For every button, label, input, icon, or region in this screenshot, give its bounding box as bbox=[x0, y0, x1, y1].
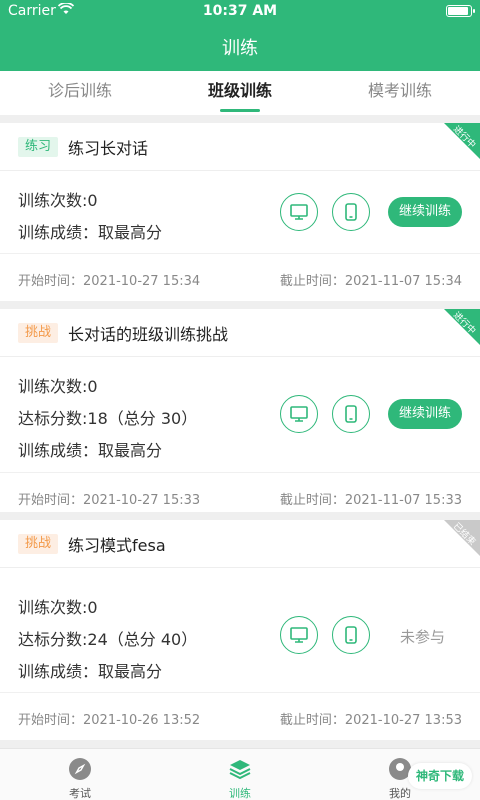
end-time: 截止时间：2021-11-07 15:33 bbox=[279, 493, 462, 508]
card-title-row: 挑战 练习模式fesa bbox=[0, 520, 480, 568]
tab-post-diagnosis[interactable]: 诊后训练 bbox=[0, 71, 160, 115]
training-count: 训练次数:0 bbox=[18, 598, 98, 617]
training-count: 训练次数:0 bbox=[18, 191, 98, 210]
continue-training-button[interactable]: 继续训练 bbox=[388, 399, 462, 429]
card-title-row: 挑战 长对话的班级训练挑战 bbox=[0, 309, 480, 357]
header: Carrier 10:37 AM 训练 bbox=[0, 0, 480, 71]
training-count: 训练次数:0 bbox=[18, 377, 98, 396]
card-footer: 开始时间：2021-10-27 15:33 截止时间：2021-11-07 15… bbox=[0, 472, 480, 512]
active-tab-indicator bbox=[220, 109, 260, 112]
battery-icon bbox=[446, 5, 475, 17]
watermark-logo: 神奇下载 bbox=[407, 763, 472, 789]
bottom-nav: 考试 训练 我的 神奇下载 bbox=[0, 748, 480, 800]
mobile-icon[interactable] bbox=[332, 193, 370, 231]
desktop-icon[interactable] bbox=[280, 395, 318, 433]
challenge-badge: 挑战 bbox=[18, 534, 59, 554]
tab-bar: 诊后训练 班级训练 模考训练 bbox=[0, 71, 480, 115]
start-time: 开始时间：2021-10-27 15:33 bbox=[18, 493, 201, 508]
end-time: 截止时间：2021-11-07 15:34 bbox=[279, 274, 462, 289]
pass-score: 达标分数:18（总分 30） bbox=[18, 409, 198, 428]
not-joined-label: 未参与 bbox=[400, 628, 446, 646]
card-title: 练习模式fesa bbox=[68, 536, 166, 555]
layers-icon bbox=[228, 757, 252, 781]
desktop-icon[interactable] bbox=[280, 193, 318, 231]
status-bar: Carrier 10:37 AM bbox=[0, 0, 480, 24]
start-time: 开始时间：2021-10-27 15:34 bbox=[18, 274, 201, 289]
end-time: 截止时间：2021-10-27 13:53 bbox=[279, 713, 462, 728]
card-footer: 开始时间：2021-10-26 13:52 截止时间：2021-10-27 13… bbox=[0, 692, 480, 740]
practice-badge: 练习 bbox=[18, 137, 59, 157]
start-time: 开始时间：2021-10-26 13:52 bbox=[18, 713, 201, 728]
mobile-icon[interactable] bbox=[332, 616, 370, 654]
card-footer: 开始时间：2021-10-27 15:34 截止时间：2021-11-07 15… bbox=[0, 253, 480, 301]
pass-score: 达标分数:24（总分 40） bbox=[18, 630, 198, 649]
training-card[interactable]: 练习 练习长对话 进行中 训练次数:0 训练成绩：取最高分 继续训练 开始时间：… bbox=[0, 123, 480, 301]
card-title-row: 练习 练习长对话 bbox=[0, 123, 480, 171]
status-time: 10:37 AM bbox=[202, 3, 278, 19]
training-score-rule: 训练成绩：取最高分 bbox=[18, 662, 163, 681]
challenge-badge: 挑战 bbox=[18, 323, 59, 343]
desktop-icon[interactable] bbox=[280, 616, 318, 654]
training-card[interactable]: 挑战 长对话的班级训练挑战 进行中 训练次数:0 达标分数:18（总分 30） … bbox=[0, 309, 480, 512]
training-card[interactable]: 挑战 练习模式fesa 已结束 训练次数:0 达标分数:24（总分 40） 训练… bbox=[0, 520, 480, 740]
compass-icon bbox=[68, 757, 92, 781]
nav-label: 考试 bbox=[69, 787, 91, 800]
continue-training-button[interactable]: 继续训练 bbox=[388, 197, 462, 227]
nav-label: 训练 bbox=[229, 787, 251, 800]
card-title: 练习长对话 bbox=[68, 139, 149, 158]
page-title: 训练 bbox=[222, 38, 258, 59]
mobile-icon[interactable] bbox=[332, 395, 370, 433]
card-title: 长对话的班级训练挑战 bbox=[68, 325, 229, 344]
training-score-rule: 训练成绩：取最高分 bbox=[18, 441, 163, 460]
tab-mock-exam[interactable]: 模考训练 bbox=[320, 71, 480, 115]
training-score-rule: 训练成绩：取最高分 bbox=[18, 223, 163, 242]
